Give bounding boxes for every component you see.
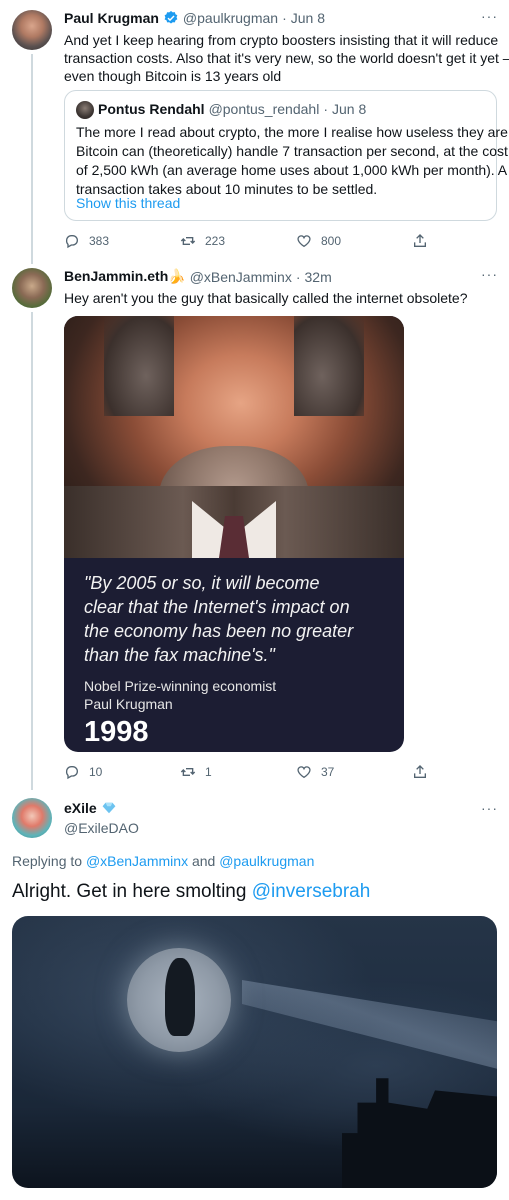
share-button[interactable] [412,233,428,249]
photo-hair [294,316,364,416]
tweet-text: Hey aren't you the guy that basically ca… [64,290,468,306]
author-name[interactable]: BenJammin.eth🍌 [64,268,186,285]
author-handle[interactable]: @ExileDAO [64,820,139,836]
tweet-actions: 383 223 800 [0,232,509,250]
author-handle[interactable]: @xBenJamminx [190,269,292,285]
more-icon[interactable]: ··· [481,8,498,24]
tweet-image-bat-signal[interactable] [12,916,497,1188]
retweet-icon [180,237,196,245]
reply-mention-benjammin[interactable]: @xBenJamminx [86,853,188,869]
diamond-icon [102,802,116,814]
show-thread-link[interactable]: Show this thread [76,195,180,211]
like-button[interactable]: 37 [296,764,334,780]
like-count: 800 [321,234,342,248]
share-button[interactable] [412,764,428,780]
like-icon [297,235,311,248]
tweet-actions: 10 1 37 [0,763,509,781]
author-name[interactable]: eXile [64,800,97,816]
retweet-button[interactable]: 1 [180,764,212,780]
retweet-button[interactable]: 223 [180,233,225,249]
quote-text: The more I read about crypto, the more I… [76,124,509,197]
author-handle[interactable]: @paulkrugman [183,10,278,26]
like-button[interactable]: 800 [296,233,341,249]
tweet-text: And yet I keep hearing from crypto boost… [64,32,509,84]
image-year: 1998 [84,716,149,748]
share-icon [414,765,426,778]
like-icon [297,766,311,779]
quote-date[interactable]: Jun 8 [332,101,366,117]
separator-dot: · [295,268,301,285]
thread-line [31,312,33,790]
share-icon [414,234,426,247]
tweet-date[interactable]: Jun 8 [291,10,325,26]
photo-hair [104,316,174,416]
avatar-exile[interactable] [12,798,52,838]
separator-dot: · [323,101,328,117]
reply-count: 10 [89,765,103,779]
reply-icon [65,766,78,780]
avatar-benjammin[interactable] [12,268,52,308]
verified-badge-icon [164,11,178,24]
tweet-text: Alright. Get in here smolting @inversebr… [12,881,371,902]
more-icon[interactable]: ··· [481,800,498,816]
quote-author-handle[interactable]: @pontus_rendahl [209,101,320,117]
like-count: 37 [321,765,335,779]
avatar-pontus-rendahl[interactable] [76,101,94,119]
avatar-paul-krugman[interactable] [12,10,52,50]
image-quote-text: "By 2005 or so, it will become clear tha… [84,573,354,665]
mention-inversebrah[interactable]: @inversebrah [252,881,371,902]
retweet-icon [180,768,196,776]
reply-button[interactable]: 10 [64,764,102,780]
image-attribution: Nobel Prize-winning economist Paul Krugm… [84,678,277,712]
author-name[interactable]: Paul Krugman [64,10,159,26]
reply-icon [65,235,78,249]
reply-mention-krugman[interactable]: @paulkrugman [219,853,314,869]
replying-to: Replying to @xBenJamminx and @paulkrugma… [12,853,315,869]
quote-author-name[interactable]: Pontus Rendahl [98,101,205,117]
image-signal-silhouette [165,958,195,1036]
tweet-date[interactable]: 32m [305,269,332,285]
reply-button[interactable]: 383 [64,233,109,249]
reply-count: 383 [89,234,110,248]
more-icon[interactable]: ··· [481,266,498,282]
tweet-image-krugman-quote[interactable]: "By 2005 or so, it will become clear tha… [64,316,404,752]
separator-dot: · [282,10,287,26]
retweet-count: 1 [205,765,212,779]
retweet-count: 223 [205,234,226,248]
quoted-tweet[interactable]: Pontus Rendahl @pontus_rendahl · Jun 8 T… [64,90,509,221]
